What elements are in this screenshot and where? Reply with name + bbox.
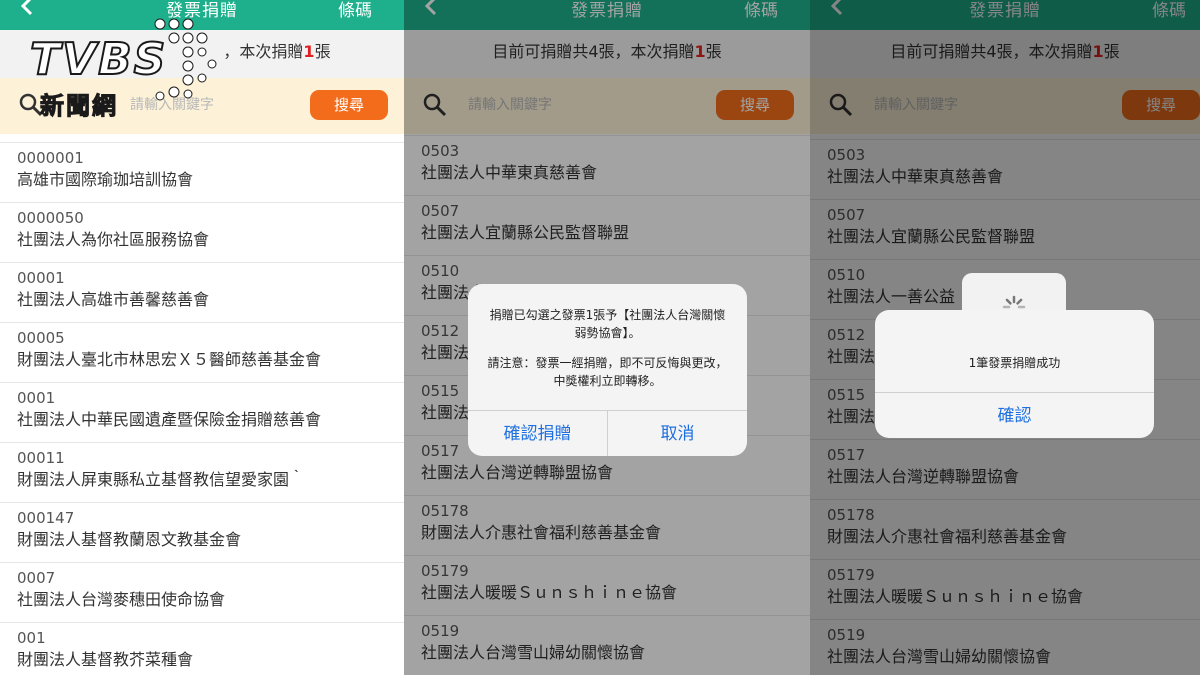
list-item[interactable]: 000147 財團法人基督教蘭恩文教基金會: [0, 502, 404, 562]
search-button[interactable]: 搜尋: [310, 90, 388, 120]
dot-pattern-icon: [154, 18, 217, 101]
charity-name: 社團法人高雄市善馨慈善會: [17, 290, 210, 309]
ok-button[interactable]: 確認: [875, 392, 1154, 438]
charity-name: 財團法人基督教蘭恩文教基金會: [17, 530, 242, 549]
dialog-buttons: 確認捐贈 取消: [468, 410, 747, 456]
charity-code: 001: [17, 629, 46, 647]
charity-code: 0000001: [17, 149, 84, 167]
success-message: 1筆發票捐贈成功: [968, 356, 1061, 370]
cancel-button[interactable]: 取消: [607, 411, 747, 456]
screen-list: 發票捐贈 條碼 ，本次捐贈1張 請輸入關鍵字 搜尋 0000001 高雄市國際瑜珈…: [0, 0, 404, 675]
list-item[interactable]: 00011 財團法人屏東縣私立基督教信望愛家園｀: [0, 442, 404, 502]
charity-name: 高雄市國際瑜珈培訓協會: [17, 170, 194, 189]
dialog-message-line2: 請注意：發票一經捐贈，即不可反悔與更改，中獎權利立即轉移。: [487, 356, 728, 388]
tvbs-watermark-logo: TVBS 新聞網: [28, 16, 218, 121]
confirm-donate-button[interactable]: 確認捐贈: [468, 411, 607, 456]
charity-name: 社團法人中華民國遺產暨保險金捐贈慈善會: [17, 410, 322, 429]
charity-list: 0000001 高雄市國際瑜珈培訓協會 0000050 社團法人為你社區服務協會 0…: [0, 142, 404, 675]
charity-name: 財團法人基督教芥菜種會: [17, 650, 194, 669]
list-item[interactable]: 0000050 社團法人為你社區服務協會: [0, 202, 404, 262]
list-item[interactable]: 0007 社團法人台灣麥穗田使命協會: [0, 562, 404, 622]
list-item[interactable]: 0000001 高雄市國際瑜珈培訓協會: [0, 142, 404, 202]
list-item[interactable]: 0001 社團法人中華民國遺產暨保險金捐贈慈善會: [0, 382, 404, 442]
list-item[interactable]: 001 財團法人基督教芥菜種會: [0, 622, 404, 675]
charity-name: 社團法人為你社區服務協會: [17, 230, 210, 249]
count-text: ，本次捐贈1張: [223, 42, 331, 61]
charity-name: 財團法人臺北市林思宏Ｘ５醫師慈善基金會: [17, 350, 322, 369]
charity-code: 0007: [17, 569, 56, 587]
dialog-message: 捐贈已勾選之發票1張予【社團法人台灣關懷弱勢協會】。 請注意：發票一經捐贈，即不…: [486, 306, 729, 390]
list-item[interactable]: 00005 財團法人臺北市林思宏Ｘ５醫師慈善基金會: [0, 322, 404, 382]
dialog-message-line1: 捐贈已勾選之發票1張予【社團法人台灣關懷弱勢協會】。: [489, 308, 726, 340]
screenshot-collage: 發票捐贈 條碼 ，本次捐贈1張 請輸入關鍵字 搜尋 0000001 高雄市國際瑜珈…: [0, 0, 1200, 675]
charity-code: 0001: [17, 389, 56, 407]
barcode-button[interactable]: 條碼: [338, 0, 372, 21]
charity-code: 0000050: [17, 209, 84, 227]
charity-code: 000147: [17, 509, 75, 527]
confirm-donation-dialog: 捐贈已勾選之發票1張予【社團法人台灣關懷弱勢協會】。 請注意：發票一經捐贈，即不…: [468, 284, 747, 456]
charity-code: 00005: [17, 329, 65, 347]
success-dialog: 1筆發票捐贈成功 確認: [875, 310, 1154, 438]
list-item[interactable]: 00001 社團法人高雄市善馨慈善會: [0, 262, 404, 322]
charity-code: 00001: [17, 269, 65, 287]
charity-name: 社團法人台灣麥穗田使命協會: [17, 590, 226, 609]
charity-name: 財團法人屏東縣私立基督教信望愛家園｀: [17, 470, 306, 489]
watermark-sub: 新聞網: [40, 92, 118, 121]
charity-code: 00011: [17, 449, 65, 467]
